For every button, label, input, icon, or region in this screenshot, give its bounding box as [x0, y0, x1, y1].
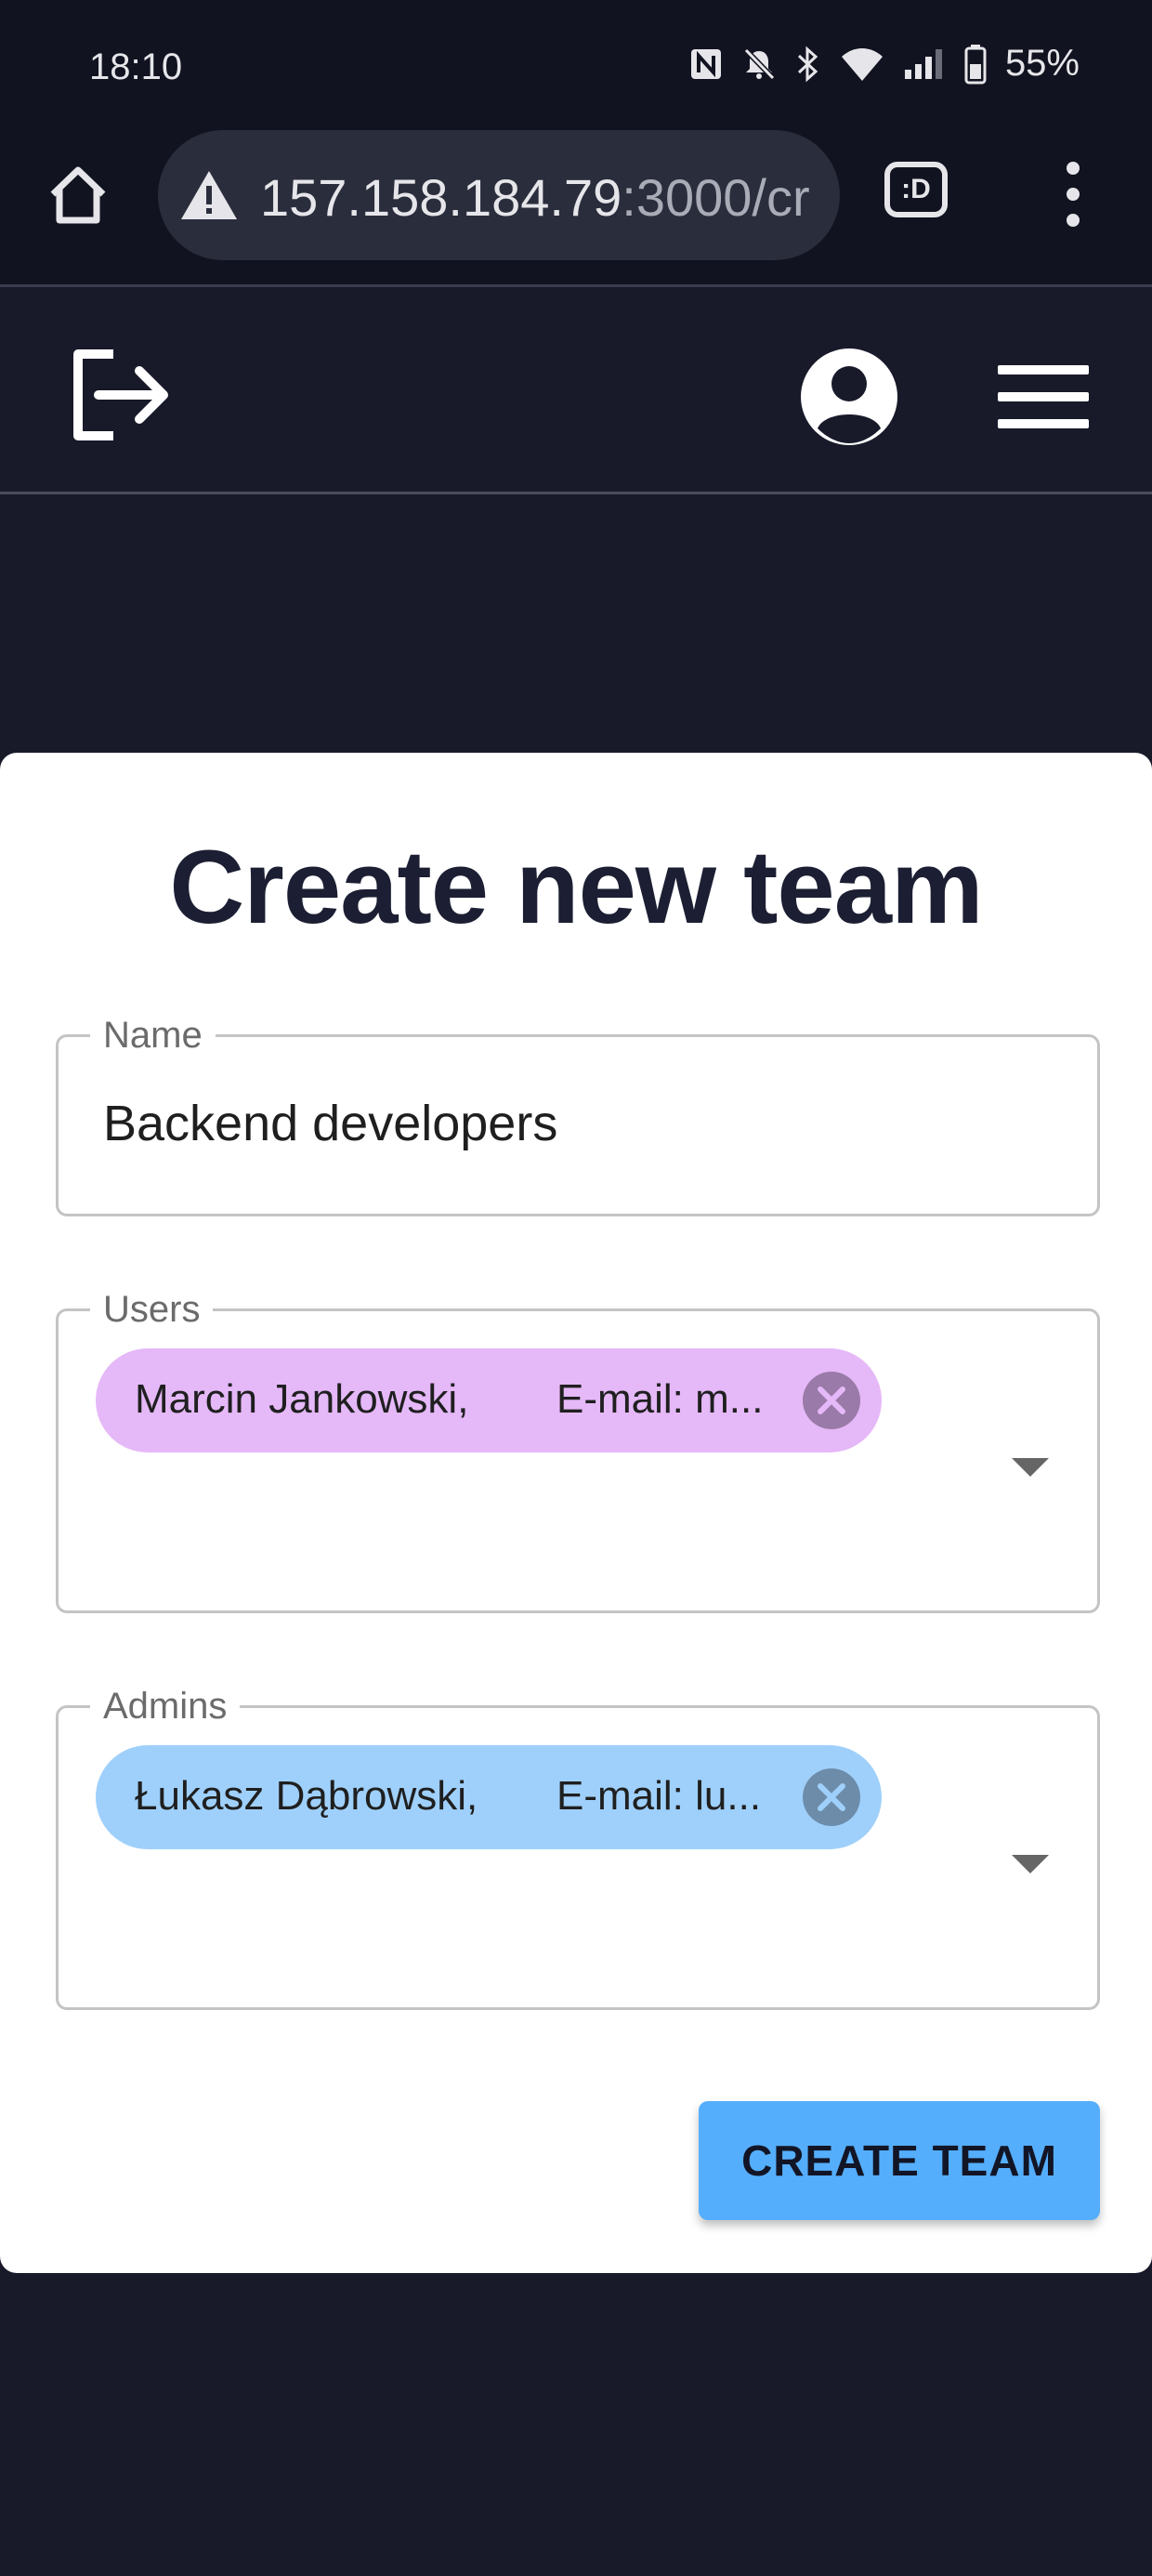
tabs-icon: :D — [901, 174, 931, 204]
users-select[interactable]: Users Marcin Jankowski, E-mail: m... — [56, 1285, 1100, 1613]
warning-icon — [181, 171, 237, 219]
status-icons: 55% — [689, 43, 1080, 85]
name-field[interactable]: Name Backend developers — [56, 1011, 1100, 1216]
address-bar[interactable]: 157.158.184.79:3000/cr — [158, 130, 840, 260]
home-icon — [50, 166, 106, 224]
account-icon — [801, 348, 897, 445]
remove-chip-icon[interactable] — [802, 1371, 861, 1430]
signal-icon — [903, 47, 946, 81]
url-host: 157.158.184.79 — [260, 168, 622, 227]
logout-button[interactable] — [71, 347, 175, 443]
chip-user-email: E-mail: m... — [556, 1376, 764, 1422]
menu-icon[interactable] — [998, 365, 1089, 428]
url-text: 157.158.184.79:3000/cr — [260, 167, 810, 228]
page-title: Create new team — [169, 829, 983, 945]
mute-icon — [741, 46, 777, 82]
name-label: Name — [90, 1011, 216, 1059]
home-button[interactable] — [41, 158, 115, 232]
bluetooth-icon — [795, 46, 821, 83]
name-value: Backend developers — [103, 1096, 558, 1151]
more-vert-icon[interactable] — [1050, 162, 1096, 227]
users-label: Users — [90, 1285, 214, 1334]
chip-user-name: Marcin Jankowski, — [135, 1376, 469, 1422]
url-path: :3000/cr — [622, 168, 810, 227]
admin-chip: Łukasz Dąbrowski, E-mail: lu... — [96, 1745, 882, 1849]
create-team-card: Create new team Name Backend developers … — [0, 753, 1152, 2273]
battery-icon — [964, 44, 987, 85]
users-dropdown-arrow-icon[interactable] — [1012, 1458, 1049, 1477]
create-team-button[interactable]: CREATE TEAM — [699, 2101, 1100, 2220]
account-button[interactable] — [799, 347, 899, 447]
tabs-button[interactable]: :D — [884, 162, 948, 217]
app-header — [0, 287, 1152, 494]
admins-label: Admins — [90, 1682, 241, 1730]
remove-chip-icon[interactable] — [802, 1768, 861, 1827]
admins-select[interactable]: Admins Łukasz Dąbrowski, E-mail: lu... — [56, 1682, 1100, 2010]
status-time: 18:10 — [89, 46, 183, 87]
status-bar: 18:10 55% — [0, 0, 1152, 138]
browser-toolbar: 157.158.184.79:3000/cr :D — [0, 121, 1152, 287]
battery-percent: 55% — [1004, 43, 1080, 84]
wifi-icon — [840, 46, 884, 83]
admins-dropdown-arrow-icon[interactable] — [1012, 1855, 1049, 1873]
user-chip: Marcin Jankowski, E-mail: m... — [96, 1348, 882, 1452]
chip-admin-name: Łukasz Dąbrowski, — [135, 1773, 478, 1819]
chip-admin-email: E-mail: lu... — [556, 1773, 762, 1819]
logout-icon — [73, 349, 168, 440]
nfc-icon — [689, 47, 723, 81]
